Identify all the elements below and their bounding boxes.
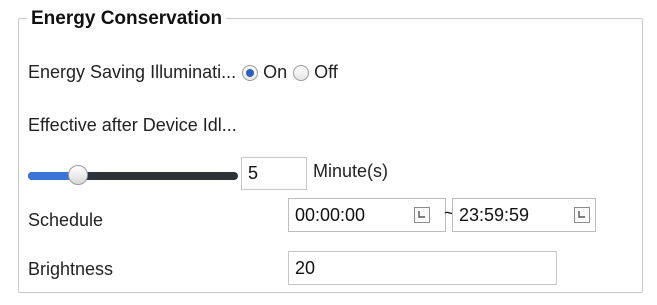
energy-saving-off-radio[interactable] (293, 64, 310, 81)
schedule-end-value: 23:59:59 (459, 204, 530, 225)
effective-after-label: Effective after Device Idl... (28, 115, 237, 135)
schedule-row: Schedule (28, 210, 103, 231)
idle-time-slider-thumb[interactable] (68, 165, 88, 185)
panel-title: Energy Conservation (27, 8, 227, 30)
idle-time-unit-row: Minute(s) (313, 161, 388, 182)
schedule-start-value: 00:00:00 (295, 204, 366, 225)
brightness-input[interactable]: 20 (288, 251, 557, 285)
energy-saving-label: Energy Saving Illuminati... (28, 62, 237, 82)
energy-saving-row: Energy Saving Illuminati... On Off (28, 62, 344, 83)
brightness-row: Brightness (28, 259, 113, 280)
energy-saving-off-label[interactable]: Off (314, 62, 338, 83)
clock-icon[interactable] (414, 207, 430, 223)
clock-icon[interactable] (574, 207, 590, 223)
energy-saving-on-label[interactable]: On (263, 62, 287, 83)
idle-time-unit: Minute(s) (313, 161, 389, 181)
schedule-label: Schedule (28, 210, 104, 230)
idle-time-slider-track[interactable] (28, 172, 238, 180)
idle-time-input[interactable]: 5 (241, 157, 307, 190)
energy-saving-radio-group: On Off (242, 62, 344, 83)
effective-after-row: Effective after Device Idl... (28, 115, 237, 136)
brightness-label: Brightness (28, 259, 114, 279)
energy-saving-on-radio[interactable] (242, 64, 259, 81)
